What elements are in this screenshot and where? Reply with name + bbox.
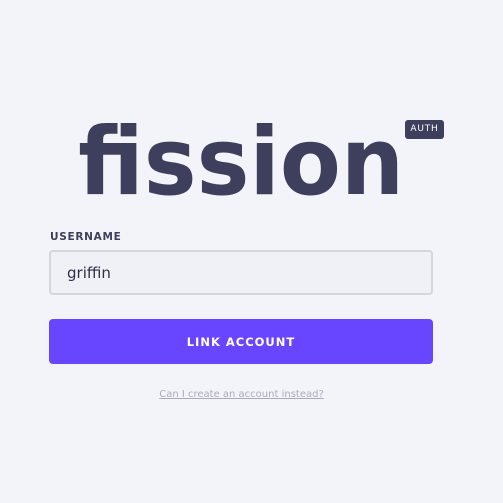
username-label: USERNAME — [50, 231, 122, 243]
create-account-link[interactable]: Can I create an account instead? — [0, 389, 483, 400]
auth-page: fission AUTH USERNAME LINK ACCOUNT Can I… — [0, 0, 503, 503]
auth-badge: AUTH — [405, 120, 444, 139]
logo-wordmark: fission — [78, 112, 404, 202]
fission-logo: fission — [78, 112, 408, 202]
link-account-button[interactable]: LINK ACCOUNT — [49, 319, 433, 364]
username-input[interactable] — [49, 250, 433, 295]
